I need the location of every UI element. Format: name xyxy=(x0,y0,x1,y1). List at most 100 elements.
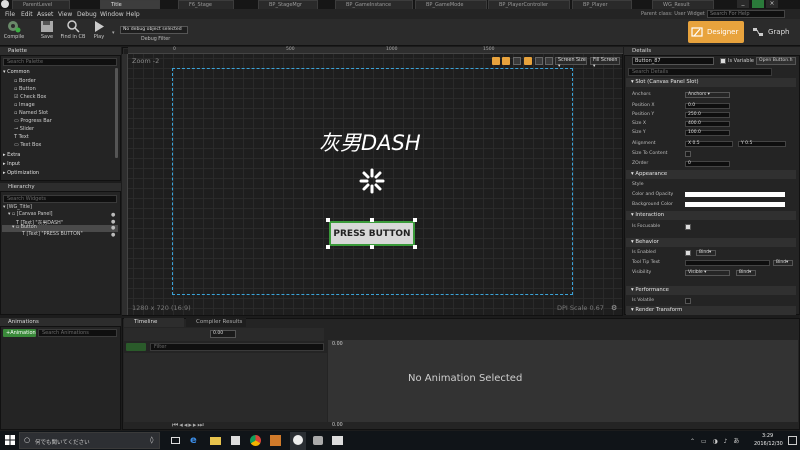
fps-dropdown[interactable]: 0.00 xyxy=(210,330,236,338)
is-volatile-checkbox[interactable] xyxy=(685,297,691,304)
palette-item-border[interactable]: ▫ Border xyxy=(14,78,36,84)
app-icon-orange[interactable] xyxy=(268,432,284,450)
palette-item-image[interactable]: ▫ Image xyxy=(14,102,35,108)
is-focusable-checkbox[interactable] xyxy=(685,223,691,230)
task-view-icon[interactable] xyxy=(168,432,184,450)
palette-item-slider[interactable]: ⊸ Slider xyxy=(14,126,34,132)
file-explorer-icon[interactable] xyxy=(208,432,224,450)
hierarchy-item-button[interactable]: ▾ ▫ Button xyxy=(12,225,37,230)
is-enabled-checkbox[interactable] xyxy=(685,249,691,256)
alignment-y-field[interactable]: Y 0.5 xyxy=(738,140,786,147)
palette-item-text[interactable]: T Text xyxy=(14,134,29,140)
selection-handle[interactable] xyxy=(370,218,374,222)
hierarchy-item-root[interactable]: ▾ [WG_Title] xyxy=(3,205,32,210)
palette-item-named-slot[interactable]: ▫ Named Slot xyxy=(14,110,48,116)
find-in-cb-button[interactable]: Find in CB xyxy=(60,20,86,45)
background-color-swatch[interactable] xyxy=(685,202,785,207)
animations-search-input[interactable]: Search Animations xyxy=(38,329,117,337)
windows-start-icon[interactable] xyxy=(5,435,15,445)
dpi-settings-icon[interactable]: ⚙ xyxy=(611,304,617,312)
widget-name-input[interactable]: Button_87 xyxy=(632,57,714,65)
menu-help[interactable]: Help xyxy=(126,11,140,18)
tab-1[interactable]: Title xyxy=(100,0,160,9)
debug-object-select[interactable]: No debug object selected xyxy=(120,26,188,34)
tab-6[interactable]: BP_PlayerController xyxy=(488,0,570,9)
selection-handle[interactable] xyxy=(413,218,417,222)
add-animation-button[interactable]: +Animation xyxy=(3,329,36,337)
alignment-x-field[interactable]: X 0.5 xyxy=(685,140,733,147)
palette-category-input[interactable]: ▸ Input xyxy=(3,161,20,167)
palette-item-progress-bar[interactable]: ▭ Progress Bar xyxy=(14,118,52,124)
system-tray[interactable]: ⌃ ▭ ◑ ♪ あ xyxy=(690,436,750,446)
zorder-field[interactable]: 0 xyxy=(685,160,730,167)
viewport-tool-6[interactable] xyxy=(545,57,553,65)
timeline-filter-input[interactable]: Filter xyxy=(150,343,324,351)
eye-icon[interactable]: ● xyxy=(111,212,115,218)
menu-view[interactable]: View xyxy=(58,11,72,18)
graph-mode-button[interactable]: Graph xyxy=(748,21,798,43)
appearance-section-header[interactable]: ▾ Appearance xyxy=(626,170,796,179)
tab-8[interactable]: WG_Result xyxy=(652,0,714,9)
performance-section-header[interactable]: ▾ Performance xyxy=(626,286,796,295)
play-button[interactable]: Play xyxy=(86,20,112,45)
color-opacity-swatch[interactable] xyxy=(685,192,785,197)
palette-item-text-box[interactable]: ▭ Text Box xyxy=(14,142,41,148)
fill-screen-dropdown[interactable]: Fill Screen ▾ xyxy=(590,57,620,69)
menu-debug[interactable]: Debug xyxy=(77,11,97,18)
tooltip-bind-dropdown[interactable]: Bind▾ xyxy=(773,259,793,266)
edge-browser-icon[interactable]: e xyxy=(188,432,204,450)
selection-handle[interactable] xyxy=(370,245,374,249)
slot-section-header[interactable]: ▾ Slot (Canvas Panel Slot) xyxy=(626,78,796,87)
tab-timeline[interactable]: Timeline xyxy=(124,318,184,327)
open-header-button[interactable]: Open Button.h xyxy=(756,57,796,65)
add-track-button[interactable] xyxy=(126,343,146,351)
render-transform-section-header[interactable]: ▾ Render Transform xyxy=(626,306,796,315)
title-text-widget[interactable]: 灰男DASH xyxy=(319,127,421,157)
tab-0[interactable]: ParentLevel xyxy=(12,0,70,9)
palette-item-checkbox[interactable]: ☑ Check Box xyxy=(14,94,46,100)
tab-3[interactable]: BP_StageMgr xyxy=(258,0,318,9)
sequencer-area[interactable] xyxy=(328,340,798,422)
viewport-tool-4[interactable] xyxy=(524,57,532,65)
eye-icon[interactable]: ● xyxy=(111,225,115,231)
selection-handle[interactable] xyxy=(413,245,417,249)
menu-file[interactable]: File xyxy=(5,11,15,18)
photos-icon[interactable] xyxy=(330,432,346,450)
tab-7[interactable]: BP_Player xyxy=(572,0,632,9)
app-icon-gray[interactable] xyxy=(310,432,326,450)
close-button[interactable]: × xyxy=(766,0,778,8)
viewport-tool-2[interactable] xyxy=(502,57,510,65)
notification-icon[interactable] xyxy=(788,436,797,445)
viewport-tool-3[interactable] xyxy=(513,57,521,65)
interaction-section-header[interactable]: ▾ Interaction xyxy=(626,211,796,220)
hierarchy-item-press-text[interactable]: T [Text] "PRESS BUTTON" xyxy=(22,232,83,237)
details-search-input[interactable]: Search Details xyxy=(628,68,772,76)
tab-compiler-results[interactable]: Compiler Results xyxy=(186,318,246,327)
visibility-bind-dropdown[interactable]: Bind▾ xyxy=(736,269,756,276)
size-to-content-checkbox[interactable] xyxy=(685,150,691,157)
taskbar-search-box[interactable]: ○ 何でも聞いてください ◊ xyxy=(19,432,160,449)
screen-size-dropdown[interactable]: Screen Size ▾ xyxy=(555,57,587,69)
size-x-field[interactable]: 400.0 xyxy=(685,120,730,127)
tab-4[interactable]: BP_GameInstance xyxy=(335,0,413,9)
play-options-arrow[interactable]: ▾ xyxy=(112,30,115,36)
maximize-button[interactable] xyxy=(752,0,764,8)
store-icon[interactable] xyxy=(228,432,244,450)
unreal-engine-icon[interactable] xyxy=(290,432,306,450)
menu-window[interactable]: Window xyxy=(100,11,124,18)
hierarchy-search-input[interactable]: Search Widgets xyxy=(3,195,117,203)
visibility-dropdown[interactable]: Visible ▾ xyxy=(685,269,730,276)
selection-handle[interactable] xyxy=(326,245,330,249)
viewport-tool-5[interactable] xyxy=(535,57,543,65)
position-y-field[interactable]: 250.0 xyxy=(685,111,730,118)
anchors-dropdown[interactable]: Anchors ▾ xyxy=(685,91,730,98)
designer-mode-button[interactable]: Designer xyxy=(688,21,744,43)
chrome-icon[interactable] xyxy=(248,432,264,450)
help-search-input[interactable]: Search For Help xyxy=(707,10,785,18)
is-variable-checkbox[interactable] xyxy=(720,58,726,64)
tab-2[interactable]: F6_Stage xyxy=(178,0,234,9)
palette-category-extra[interactable]: ▸ Extra xyxy=(3,152,20,158)
behavior-section-header[interactable]: ▾ Behavior xyxy=(626,238,796,247)
compile-button[interactable]: Compile xyxy=(1,20,27,45)
is-enabled-bind-dropdown[interactable]: Bind▾ xyxy=(696,249,716,256)
